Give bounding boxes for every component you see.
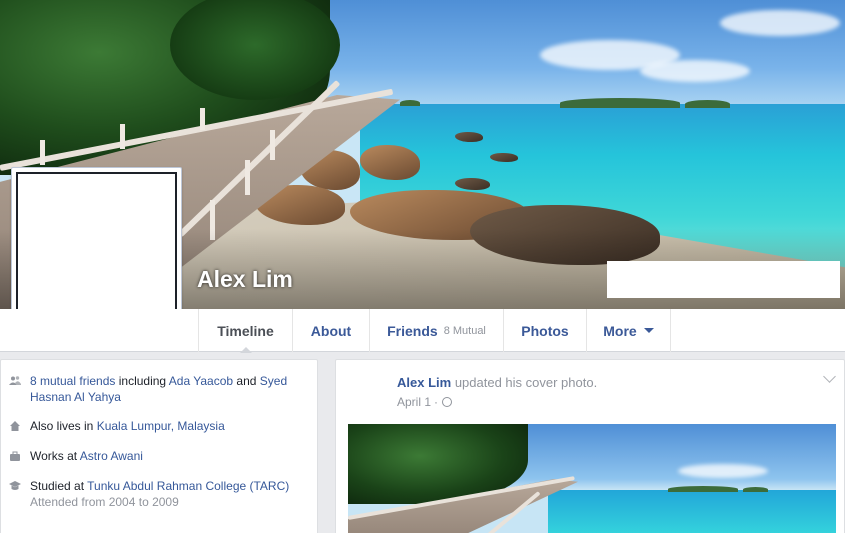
- island: [560, 98, 680, 108]
- friend-link[interactable]: Ada Yaacob: [169, 374, 233, 388]
- rock: [490, 153, 518, 162]
- tab-about[interactable]: About: [292, 309, 369, 352]
- story-cover-photo[interactable]: [348, 424, 836, 533]
- tab-label: Friends: [387, 322, 438, 339]
- text: Also lives in: [30, 419, 94, 433]
- profile-name[interactable]: Alex Lim: [197, 266, 293, 293]
- tab-friends[interactable]: Friends 8 Mutual: [369, 309, 503, 352]
- cloud: [678, 464, 768, 478]
- separator: ·: [434, 395, 439, 409]
- friends-icon: [9, 375, 21, 387]
- text: Works at: [30, 449, 78, 463]
- employer-link[interactable]: Astro Awani: [80, 449, 143, 463]
- school-link[interactable]: Tunku Abdul Rahman College (TARC): [87, 479, 289, 493]
- photo-sea: [548, 490, 836, 533]
- text: including: [118, 374, 167, 388]
- tab-photos[interactable]: Photos: [503, 309, 586, 352]
- tab-timeline[interactable]: Timeline: [198, 309, 292, 353]
- profile-picture-image: [16, 172, 177, 330]
- walkway-post: [270, 130, 275, 160]
- story-header: Alex Lim updated his cover photo.: [397, 375, 597, 390]
- chevron-down-icon[interactable]: [823, 370, 836, 383]
- profile-page: Alex Lim Timeline About Friends 8 Mutual…: [0, 0, 845, 533]
- cloud: [640, 60, 750, 82]
- globe-icon[interactable]: [442, 397, 453, 407]
- walkway-post: [245, 160, 250, 195]
- mutual-friends-link[interactable]: 8 mutual friends: [30, 374, 115, 388]
- attended-years: Attended from 2004 to 2009: [30, 495, 179, 509]
- island: [743, 487, 768, 492]
- place-link[interactable]: Kuala Lumpur, Malaysia: [97, 419, 225, 433]
- tab-label: About: [310, 322, 352, 339]
- mutual-count: 8 Mutual: [443, 324, 486, 337]
- works-row: Works at Astro Awani: [9, 448, 309, 464]
- tab-label: Timeline: [217, 322, 274, 339]
- timeline-nav: Timeline About Friends 8 Mutual Photos M…: [0, 309, 845, 353]
- island: [685, 100, 730, 108]
- caret-down-icon: [643, 328, 654, 333]
- tab-label: Photos: [521, 322, 569, 339]
- mutual-friends-row: 8 mutual friends including Ada Yaacob an…: [9, 373, 309, 405]
- briefcase-icon: [9, 450, 21, 462]
- island: [400, 100, 420, 106]
- walkway-post: [200, 108, 205, 130]
- island: [668, 486, 738, 492]
- tab-more[interactable]: More: [586, 309, 671, 352]
- cover-update-story: Alex Lim updated his cover photo. April …: [335, 359, 845, 533]
- story-meta: April 1 ·: [397, 395, 453, 409]
- walkway-post: [40, 140, 45, 165]
- studied-row: Studied at Tunku Abdul Rahman College (T…: [9, 478, 309, 510]
- story-date-link[interactable]: April 1: [397, 395, 431, 409]
- cloud: [720, 10, 840, 36]
- story-author-link[interactable]: Alex Lim: [397, 375, 451, 390]
- intro-card: 8 mutual friends including Ada Yaacob an…: [0, 359, 318, 533]
- text: and: [236, 374, 257, 388]
- text: Studied at: [30, 479, 85, 493]
- walkway-post: [120, 124, 125, 149]
- lives-row: Also lives in Kuala Lumpur, Malaysia: [9, 418, 309, 434]
- home-icon: [9, 420, 21, 432]
- school-icon: [9, 480, 21, 492]
- tab-label: More: [603, 322, 637, 339]
- story-action-text: updated his cover photo.: [454, 375, 598, 390]
- cover-action-box: [607, 261, 840, 298]
